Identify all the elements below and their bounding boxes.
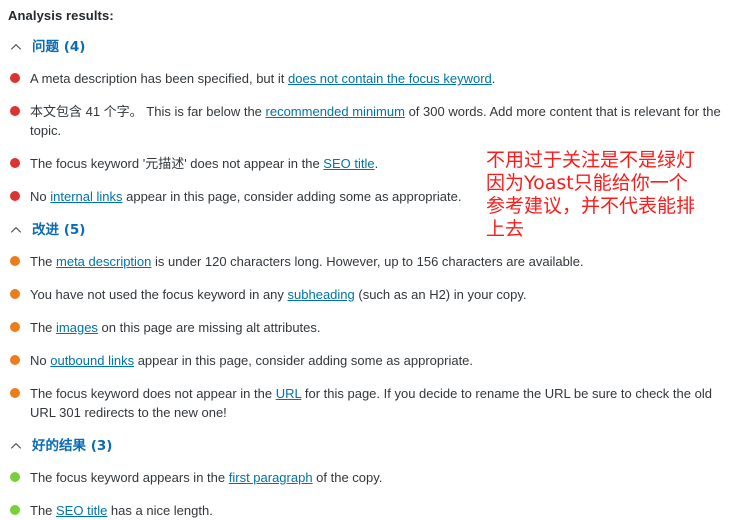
- analysis-item-link[interactable]: meta description: [56, 254, 151, 269]
- status-bullet-orange: [10, 256, 20, 266]
- analysis-item-link[interactable]: SEO title: [323, 156, 374, 171]
- analysis-item: No outbound links appear in this page, c…: [0, 351, 739, 370]
- analysis-item: The meta description is under 120 charac…: [0, 252, 739, 271]
- analysis-item-text: You have not used the focus keyword in a…: [30, 285, 527, 304]
- analysis-item-text-run: of the copy.: [312, 470, 383, 485]
- analysis-item-text-run: 本文包含 41 个字。 This is far below the: [30, 104, 266, 119]
- analysis-item-text: A meta description has been specified, b…: [30, 69, 495, 88]
- analysis-sections: 问题 (4) A meta description has been specif…: [0, 39, 739, 520]
- analysis-item: The focus keyword '元描述' does not appear …: [0, 154, 739, 173]
- analysis-results-title: Analysis results:: [8, 8, 114, 23]
- analysis-item-text-run: The: [30, 503, 57, 518]
- section-title-problems: 问题 (4): [32, 39, 86, 55]
- status-bullet-green: [10, 472, 20, 482]
- analysis-item-text: The images on this page are missing alt …: [30, 318, 321, 337]
- status-bullet-red: [10, 191, 20, 201]
- chevron-up-icon[interactable]: [10, 41, 22, 53]
- analysis-item: You have not used the focus keyword in a…: [0, 285, 739, 304]
- status-bullet-red: [10, 158, 20, 168]
- analysis-item-text-run: A meta description has been specified, b…: [30, 71, 288, 86]
- analysis-item-text-run: has a nice length.: [107, 503, 213, 518]
- analysis-item-text-run: .: [491, 71, 496, 86]
- analysis-item-link[interactable]: does not contain the focus keyword: [288, 71, 492, 86]
- analysis-item-text-run: (such as an H2) in your copy.: [354, 287, 527, 302]
- analysis-item-text-run: No: [30, 353, 51, 368]
- analysis-item-text: The focus keyword does not appear in the…: [30, 384, 737, 422]
- section-title-good-results: 好的结果 (3): [32, 438, 113, 454]
- section-toggle-problems[interactable]: 问题 (4): [0, 39, 739, 55]
- analysis-item-text-run: appear in this page, consider adding som…: [122, 189, 462, 204]
- analysis-section-problems: 问题 (4) A meta description has been specif…: [0, 39, 739, 206]
- analysis-item-list-good-results: The focus keyword appears in the first p…: [0, 468, 739, 520]
- analysis-item: 本文包含 41 个字。 This is far below the recomm…: [0, 102, 739, 140]
- analysis-item-text-run: No: [30, 189, 51, 204]
- chevron-up-icon[interactable]: [10, 224, 22, 236]
- analysis-item-link[interactable]: subheading: [288, 287, 355, 302]
- analysis-item-text-run: You have not used the focus keyword in a…: [30, 287, 288, 302]
- analysis-item-text-run: The focus keyword does not appear in the: [30, 386, 276, 401]
- section-toggle-good-results[interactable]: 好的结果 (3): [0, 438, 739, 454]
- analysis-item-text-run: The: [30, 254, 57, 269]
- analysis-item-text-run: on this page are missing alt attributes.: [97, 320, 321, 335]
- analysis-item: A meta description has been specified, b…: [0, 69, 739, 88]
- analysis-item-text: The meta description is under 120 charac…: [30, 252, 584, 271]
- analysis-item-link[interactable]: first paragraph: [229, 470, 313, 485]
- analysis-item: The SEO title has a nice length.: [0, 501, 739, 520]
- status-bullet-orange: [10, 388, 20, 398]
- analysis-section-good-results: 好的结果 (3) The focus keyword appears in the…: [0, 438, 739, 520]
- analysis-item-link[interactable]: images: [56, 320, 98, 335]
- analysis-item-text: No outbound links appear in this page, c…: [30, 351, 473, 370]
- status-bullet-red: [10, 106, 20, 116]
- section-toggle-improvements[interactable]: 改进 (5): [0, 222, 739, 238]
- analysis-item: The focus keyword appears in the first p…: [0, 468, 739, 487]
- analysis-item-link[interactable]: outbound links: [50, 353, 134, 368]
- analysis-item-text-run: is under 120 characters long. However, u…: [151, 254, 584, 269]
- analysis-item-text: The SEO title has a nice length.: [30, 501, 213, 520]
- status-bullet-green: [10, 505, 20, 515]
- analysis-item-text: The focus keyword appears in the first p…: [30, 468, 382, 487]
- analysis-item-link[interactable]: URL: [276, 386, 302, 401]
- analysis-item-text-run: appear in this page, consider adding som…: [134, 353, 474, 368]
- analysis-item-text: 本文包含 41 个字。 This is far below the recomm…: [30, 102, 737, 140]
- section-title-improvements: 改进 (5): [32, 222, 86, 238]
- analysis-item-text-run: .: [374, 156, 379, 171]
- status-bullet-orange: [10, 289, 20, 299]
- analysis-item-link[interactable]: recommended minimum: [266, 104, 405, 119]
- analysis-item-text: No internal links appear in this page, c…: [30, 187, 461, 206]
- status-bullet-orange: [10, 322, 20, 332]
- analysis-item-link[interactable]: internal links: [50, 189, 122, 204]
- analysis-item-text-run: The focus keyword appears in the: [30, 470, 229, 485]
- analysis-item: No internal links appear in this page, c…: [0, 187, 739, 206]
- analysis-item-text-run: The focus keyword '元描述' does not appear …: [30, 156, 324, 171]
- status-bullet-orange: [10, 355, 20, 365]
- analysis-item-text-run: The: [30, 320, 57, 335]
- analysis-item-link[interactable]: SEO title: [56, 503, 107, 518]
- analysis-section-improvements: 改进 (5) The meta description is under 120 …: [0, 222, 739, 422]
- analysis-item-text: The focus keyword '元描述' does not appear …: [30, 154, 378, 173]
- analysis-item: The images on this page are missing alt …: [0, 318, 739, 337]
- analysis-item: The focus keyword does not appear in the…: [0, 384, 739, 422]
- analysis-item-list-improvements: The meta description is under 120 charac…: [0, 252, 739, 422]
- chevron-up-icon[interactable]: [10, 440, 22, 452]
- analysis-item-list-problems: A meta description has been specified, b…: [0, 69, 739, 206]
- seo-analysis-panel: Analysis results: 问题 (4) A meta descripti…: [0, 0, 739, 518]
- status-bullet-red: [10, 73, 20, 83]
